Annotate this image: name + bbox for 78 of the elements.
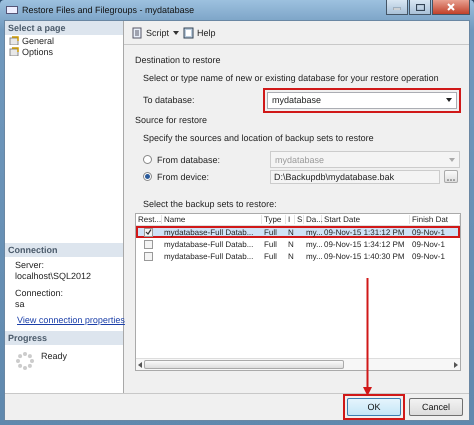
maximize-button[interactable] <box>409 0 431 15</box>
file-path-field[interactable]: D:\Backupdb\mydatabase.bak <box>270 170 440 184</box>
maximize-icon <box>416 4 424 10</box>
table-cell-text: my... <box>305 240 322 248</box>
column-header[interactable]: S <box>295 215 304 224</box>
spinner-icon <box>15 351 35 371</box>
close-button[interactable] <box>432 0 470 15</box>
help-book-icon <box>183 26 194 38</box>
table-cell-text: Full <box>263 252 278 260</box>
sidebar-item[interactable]: General <box>5 35 123 46</box>
column-header[interactable]: Name <box>162 215 262 224</box>
window-title: Restore Files and Filegroups - mydatabase <box>22 5 194 15</box>
table-label: Select the backup sets to restore: <box>143 199 278 209</box>
user-name: sa <box>15 299 26 310</box>
checkbox[interactable] <box>144 252 153 260</box>
table-cell-text: 09-Nov-1 <box>411 228 446 236</box>
table-cell-text: Full <box>263 240 278 248</box>
column-header[interactable]: I <box>286 215 295 224</box>
table-row[interactable]: mydatabase-Full Datab... Full N my...09-Nov-15 1:31:12 PM 09-Nov-1 <box>136 226 460 238</box>
ok-button[interactable]: OK <box>347 398 401 416</box>
checkbox[interactable] <box>144 240 153 248</box>
connection-properties-link[interactable]: View connection properties <box>17 314 125 324</box>
section-header: Select a page <box>5 21 123 35</box>
table-cell-text: 09-Nov-1 <box>411 240 446 248</box>
status-text: Ready <box>41 351 68 363</box>
table-cell-text: N <box>287 240 295 248</box>
table-cell-text: Full <box>263 228 278 236</box>
cancel-button[interactable]: Cancel <box>409 398 463 416</box>
field-label: Server: <box>15 260 46 271</box>
section-header: Progress <box>5 331 123 345</box>
dropdown-arrow-icon <box>449 158 455 162</box>
section-label: Source for restore <box>135 115 208 126</box>
radio-option[interactable]: From device: <box>143 172 270 182</box>
table-cell-text: 09-Nov-15 1:40:30 PM <box>323 252 406 260</box>
checkbox[interactable] <box>144 228 153 236</box>
table-cell-text: 09-Nov-15 1:31:12 PM <box>323 228 406 236</box>
column-header[interactable]: Rest... <box>136 215 162 224</box>
script-button[interactable]: Script <box>130 26 170 38</box>
section-label: Destination to restore <box>135 55 222 66</box>
field-label: To database: <box>143 95 196 105</box>
section-header: Connection <box>5 243 123 257</box>
help-button[interactable]: Help <box>182 26 217 38</box>
column-header[interactable]: Type <box>262 215 286 224</box>
scroll-icon <box>131 26 143 38</box>
dropdown-arrow-icon <box>446 98 452 102</box>
table-cell-text: N <box>287 228 295 236</box>
table-cell-text: 09-Nov-15 1:34:12 PM <box>323 240 406 248</box>
hint-text: Specify the sources and location of backup sets to restore <box>143 133 375 144</box>
page-icon <box>9 47 19 56</box>
ellipsis-icon <box>447 178 455 182</box>
column-header[interactable]: Finish Dat <box>410 215 460 224</box>
scroll-left-icon <box>138 362 142 368</box>
table-cell-text: mydatabase-Full Datab... <box>163 240 254 248</box>
column-header[interactable]: Da... <box>304 215 322 224</box>
table-cell-text: my... <box>305 252 322 260</box>
column-header[interactable]: Start Date <box>322 215 410 224</box>
window-icon <box>6 6 18 14</box>
sidebar-item-label: Options <box>22 46 54 56</box>
table-cell-text: mydatabase-Full Datab... <box>163 252 254 260</box>
database-combo[interactable]: mydatabase <box>267 92 457 108</box>
page-icon <box>9 36 19 45</box>
table-row[interactable]: mydatabase-Full Datab... Full N my...09-Nov-15 1:34:12 PM 09-Nov-1 <box>136 238 460 250</box>
field-label: Connection: <box>15 288 64 299</box>
close-icon <box>447 3 455 11</box>
table-row[interactable]: mydatabase-Full Datab... Full N my...09-Nov-15 1:40:30 PM 09-Nov-1 <box>136 250 460 262</box>
table-cell-text: mydatabase-Full Datab... <box>163 228 254 236</box>
minimize-button[interactable] <box>386 0 408 15</box>
sidebar-item[interactable]: Options <box>5 46 123 57</box>
server-name: localhost\SQL2012 <box>15 271 92 282</box>
table-cell-text: N <box>287 252 295 260</box>
horizontal-scrollbar[interactable] <box>136 358 460 370</box>
table-cell-text: my... <box>305 228 322 236</box>
hint-text: Select or type name of new or existing database for your restore operation <box>143 73 440 84</box>
check-icon <box>145 229 152 235</box>
table-cell-text: 09-Nov-1 <box>411 252 446 260</box>
dropdown-caret-icon[interactable] <box>173 30 180 34</box>
scroll-right-icon <box>454 362 458 368</box>
sidebar-item-label: General <box>22 36 54 46</box>
